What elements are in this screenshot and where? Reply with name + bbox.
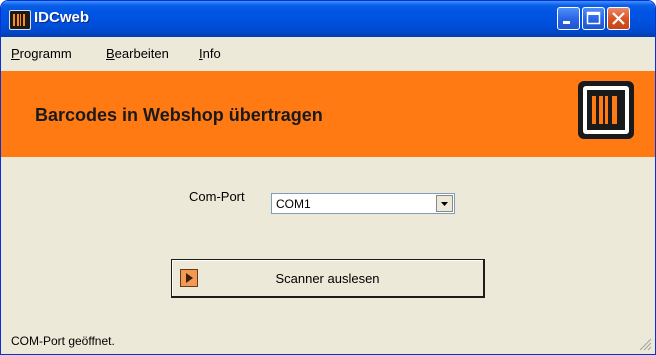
window-title: IDCweb [34,9,90,26]
scan-button-label: Scanner auslesen [275,271,380,286]
maximize-icon [586,11,601,25]
close-icon [612,12,625,25]
header-banner: Barcodes in Webshop übertragen [1,71,655,157]
barcode-app-icon[interactable] [9,10,31,30]
minimize-button[interactable] [557,7,580,30]
resize-grip-icon[interactable] [638,337,652,351]
banner-title: Barcodes in Webshop übertragen [35,105,323,125]
barcode-logo-icon [577,80,635,140]
menu-bar: Programm Bearbeiten Info [1,37,655,69]
close-button[interactable] [607,7,630,30]
minimize-icon [563,21,570,24]
com-port-label: Com-Port [189,189,245,204]
status-text: COM-Port geöffnet. [11,334,115,348]
title-bar[interactable]: IDCweb [1,1,655,37]
com-port-select[interactable]: COM1 [271,193,455,214]
maximize-button[interactable] [582,7,605,30]
chevron-down-icon [441,202,448,206]
menu-info[interactable]: Info [199,46,221,61]
status-bar: COM-Port geöffnet. [1,329,655,354]
menu-bearbeiten[interactable]: Bearbeiten [106,46,169,61]
com-port-value: COM1 [276,197,311,211]
menu-programm[interactable]: Programm [11,46,72,61]
app-window: IDCweb Programm Bearbeiten Info Barcodes… [0,0,656,355]
scan-button[interactable]: Scanner auslesen [171,259,485,298]
dropdown-arrow-button[interactable] [436,195,453,212]
